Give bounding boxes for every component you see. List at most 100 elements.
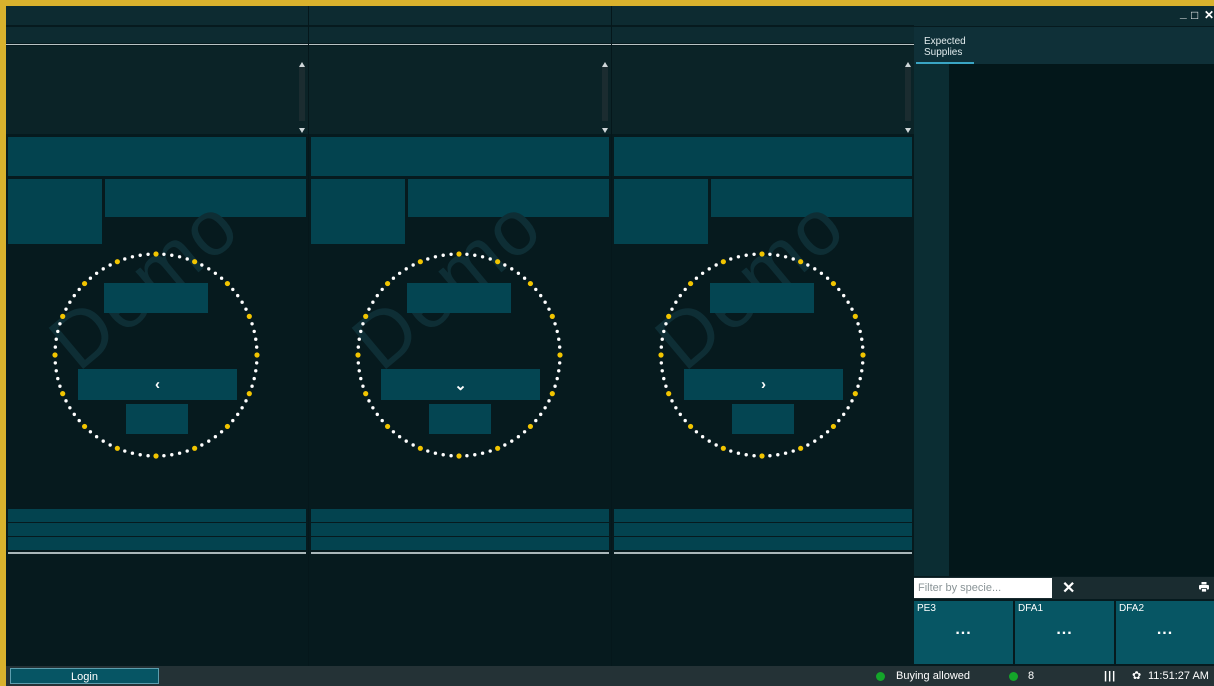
ring-dot: [146, 453, 150, 458]
ring-dot: [108, 443, 112, 447]
more-icon[interactable]: ...: [914, 621, 1013, 639]
ring-dot: [683, 287, 687, 292]
ring-dot: [522, 430, 527, 434]
ring-dot: [224, 280, 231, 287]
ring-dot: [846, 300, 850, 304]
ring-dot: [441, 253, 445, 257]
chevron-down-icon: ⌄: [454, 376, 467, 394]
ring-dot: [254, 352, 260, 358]
nav-button-down[interactable]: ⌄: [381, 369, 540, 400]
ring-dot: [752, 252, 756, 257]
ring-dot: [68, 406, 72, 410]
bars-icon[interactable]: |||: [1104, 670, 1116, 682]
count-value: 8: [1028, 670, 1035, 682]
minimize-icon[interactable]: _: [1180, 6, 1187, 20]
tab-expected-supplies[interactable]: Expected Supplies: [916, 27, 974, 64]
ring-dot: [72, 412, 76, 417]
chevron-left-icon: ‹: [155, 376, 160, 393]
more-icon[interactable]: ...: [1015, 621, 1114, 639]
ring-dot: [361, 322, 365, 326]
ring-dot: [860, 369, 864, 373]
scroll-up-icon[interactable]: [299, 62, 305, 67]
ring-dot: [68, 300, 72, 304]
ring-dot: [662, 329, 666, 334]
ring-dot: [543, 300, 547, 304]
panel-subheader: [309, 27, 611, 43]
ring-dot: [860, 345, 865, 349]
divider: [612, 44, 914, 45]
supply-tile[interactable]: PE3 ...: [914, 601, 1013, 664]
supply-tile[interactable]: DFA2 ...: [1116, 601, 1214, 664]
scrollbar[interactable]: [602, 65, 608, 121]
filter-input[interactable]: [914, 578, 1052, 598]
ring-dot: [240, 406, 244, 410]
tab-strip: Expected Supplies: [914, 27, 1214, 64]
ring-dot: [666, 313, 672, 319]
scrollbar[interactable]: [905, 65, 911, 121]
ring-dot: [64, 307, 68, 311]
supply-tile[interactable]: DFA1 ...: [1015, 601, 1114, 664]
ring-dot: [397, 271, 402, 275]
ring-dot: [411, 443, 415, 447]
scroll-down-icon[interactable]: [905, 128, 911, 133]
scroll-down-icon[interactable]: [299, 128, 305, 133]
ring-dot: [361, 384, 365, 388]
nav-button-right[interactable]: ›: [684, 369, 843, 400]
scroll-list[interactable]: [309, 46, 611, 134]
ring-dot: [363, 313, 369, 319]
scroll-up-icon[interactable]: [602, 62, 608, 67]
ring-dot: [250, 384, 254, 388]
scroll-list[interactable]: [612, 46, 914, 134]
ring-dot: [798, 445, 804, 451]
scrollbar[interactable]: [299, 65, 305, 121]
summary-row: [311, 537, 609, 550]
ring-dot: [72, 293, 76, 298]
ring-dot: [744, 253, 748, 257]
ring-dot: [553, 384, 557, 388]
ring-dot: [534, 418, 538, 423]
ring-dot: [678, 293, 682, 298]
status-dot-icon: [876, 672, 885, 681]
nav-button-left[interactable]: ‹: [78, 369, 237, 400]
ring-dot: [456, 453, 462, 459]
ring-field-top: [104, 283, 208, 313]
ring-dot: [557, 369, 561, 373]
panel-header: [612, 6, 914, 25]
print-icon[interactable]: [1199, 582, 1209, 592]
ring-dot: [254, 345, 259, 349]
scroll-down-icon[interactable]: [602, 128, 608, 133]
panel-header: [6, 6, 308, 25]
clear-filter-icon[interactable]: ✕: [1062, 578, 1075, 598]
login-button[interactable]: Login: [10, 668, 159, 684]
ring-dot: [363, 391, 369, 397]
ring-dot: [798, 259, 804, 265]
close-icon[interactable]: ✕: [1204, 8, 1214, 22]
scroll-list[interactable]: [6, 46, 308, 134]
ring-dot: [714, 443, 718, 447]
ring-dot: [192, 259, 198, 265]
more-icon[interactable]: ...: [1116, 621, 1214, 639]
maximize-icon[interactable]: □: [1191, 8, 1198, 22]
supplies-list[interactable]: [949, 64, 1214, 576]
ring-dot: [449, 252, 453, 257]
ring-dot: [660, 369, 664, 373]
ring-dot: [553, 322, 557, 326]
ring-dot: [495, 445, 501, 451]
ring-dot: [246, 313, 252, 319]
ring-dot: [516, 271, 521, 275]
ring-dot: [391, 430, 396, 434]
scroll-up-icon[interactable]: [905, 62, 911, 67]
ring-dot: [162, 252, 166, 257]
divider: [309, 44, 611, 45]
ring-dot: [729, 449, 733, 453]
ring-dot: [522, 276, 527, 280]
ring-dot: [219, 430, 224, 434]
ring-dot: [720, 445, 726, 451]
ring-dot: [720, 259, 726, 265]
ring-dot: [860, 352, 866, 358]
clock-time: 11:51:27 AM: [1148, 670, 1209, 682]
ring-dot: [700, 271, 705, 275]
ring-dot: [674, 300, 678, 304]
gear-icon[interactable]: ✿: [1132, 669, 1141, 682]
ring-dot: [768, 252, 772, 257]
